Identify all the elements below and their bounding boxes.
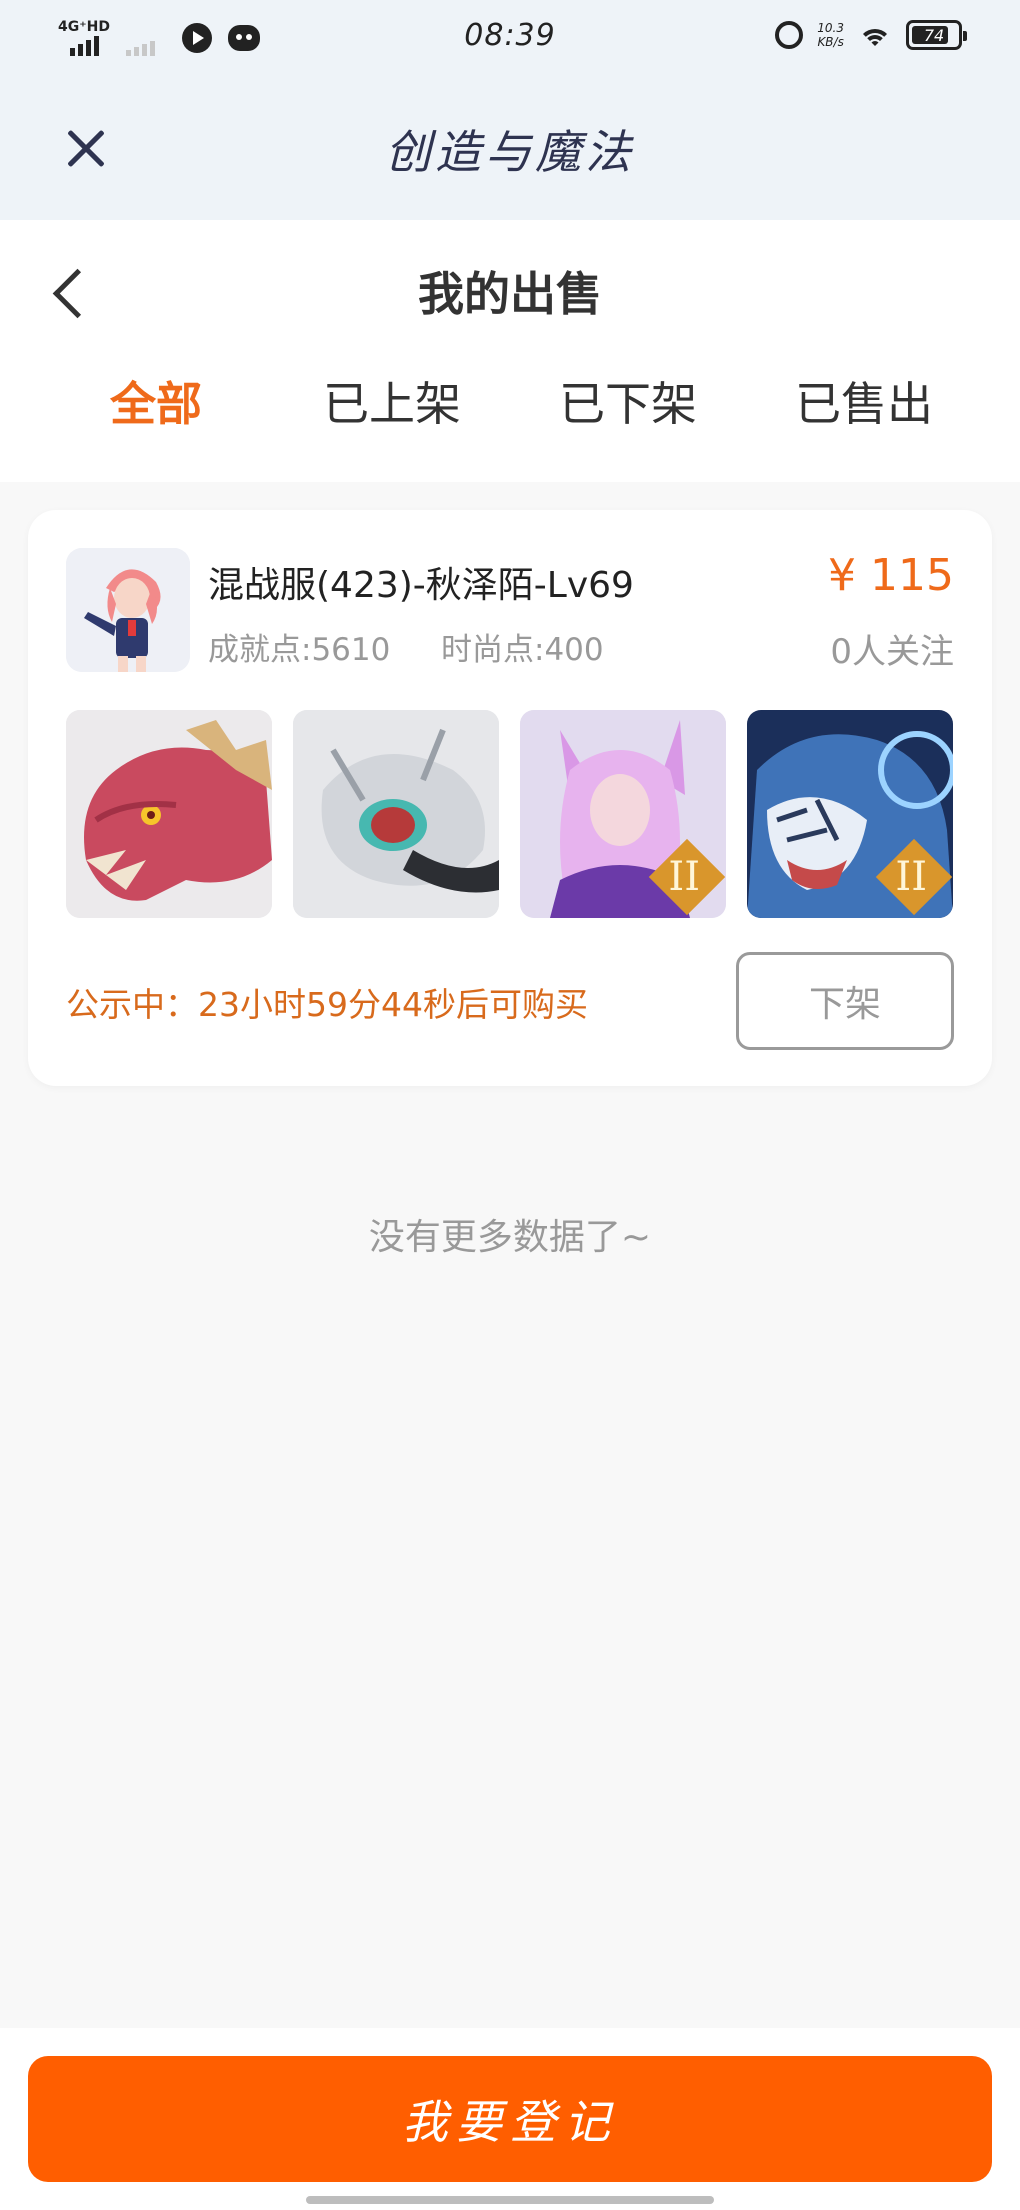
listing-title: 混战服(423)-秋泽陌-Lv69 [208, 565, 634, 606]
tab-all[interactable]: 全部 [38, 368, 274, 434]
battery-level: 74 [923, 25, 945, 45]
page-title: 我的出售 [418, 267, 602, 321]
home-indicator[interactable] [306, 2196, 714, 2204]
network-speed-value: 10.3 [817, 21, 844, 35]
silver-mech-thumbnail[interactable] [293, 710, 499, 918]
app-title: 创造与魔法 [385, 125, 635, 179]
fox-spirit-thumbnail[interactable]: II [520, 710, 726, 918]
rank-badge: II [895, 854, 927, 900]
status-tabs: 全部 已上架 已下架 已售出 [0, 368, 1020, 448]
bottom-bar: 我要登记 [0, 2028, 1020, 2210]
listing-card[interactable]: 混战服(423)-秋泽陌-Lv69 成就点:5610 时尚点:400 ¥ 115… [28, 510, 992, 1086]
status-bar: 4G⁺HD 08:39 10.3 KB/s 74 [0, 0, 1020, 76]
rank-badge: II [668, 854, 700, 900]
fashion-points: 时尚点:400 [441, 632, 604, 668]
network-speed-unit: KB/s [817, 35, 844, 49]
page-header: 我的出售 全部 已上架 已下架 已售出 [0, 220, 1020, 482]
listing-price: ¥ 115 [828, 550, 954, 601]
achievement-points: 成就点:5610 [208, 632, 391, 668]
publicity-notice: 公示中：23小时59分44秒后可购买 [66, 985, 588, 1024]
delist-button[interactable]: 下架 [736, 952, 954, 1050]
wifi-icon [858, 21, 892, 49]
register-button[interactable]: 我要登记 [28, 2056, 992, 2182]
status-right: 10.3 KB/s 74 [775, 20, 967, 50]
battery-icon: 74 [906, 20, 967, 50]
followers-count: 0人关注 [830, 632, 954, 672]
character-avatar [66, 548, 190, 672]
no-more-data-hint: 没有更多数据了~ [368, 1217, 652, 1258]
red-dragon-thumbnail[interactable] [66, 710, 272, 918]
item-thumbnails: II II [66, 710, 954, 918]
tab-delisted[interactable]: 已下架 [510, 368, 746, 434]
app-header: 创造与魔法 [0, 76, 1020, 220]
network-speed: 10.3 KB/s [817, 21, 844, 49]
tab-listed[interactable]: 已上架 [274, 368, 510, 434]
ice-tiger-thumbnail[interactable]: II [747, 710, 953, 918]
tab-sold[interactable]: 已售出 [746, 368, 982, 434]
alarm-icon [775, 21, 804, 49]
